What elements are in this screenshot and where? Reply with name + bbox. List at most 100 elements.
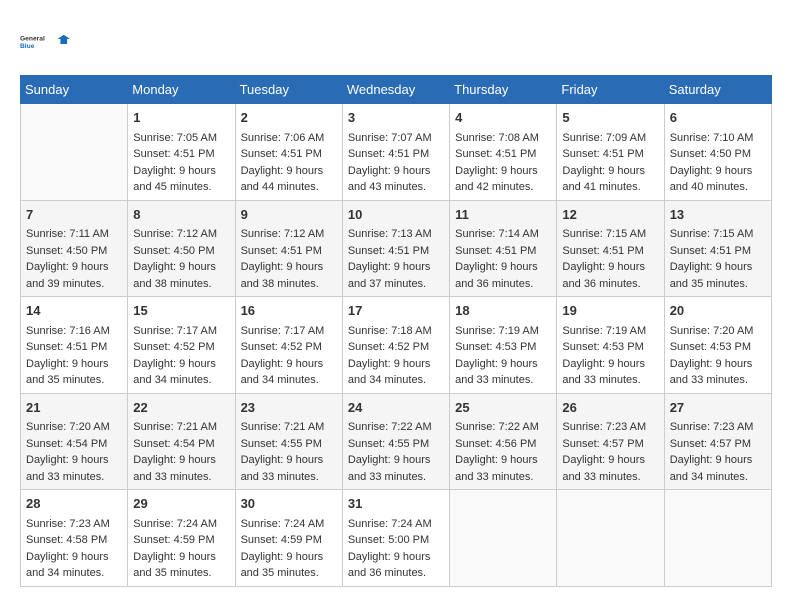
sunrise-text: Sunrise: 7:11 AM xyxy=(26,228,109,240)
sunrise-text: Sunrise: 7:08 AM xyxy=(455,132,539,144)
daylight-text: Daylight: 9 hours and 33 minutes. xyxy=(455,358,538,387)
sunset-text: Sunset: 4:52 PM xyxy=(348,341,429,353)
sunrise-text: Sunrise: 7:13 AM xyxy=(348,228,432,240)
daylight-text: Daylight: 9 hours and 34 minutes. xyxy=(133,358,216,387)
daylight-text: Daylight: 9 hours and 33 minutes. xyxy=(455,454,538,483)
day-number: 5 xyxy=(562,108,658,128)
logo: General Blue xyxy=(20,20,70,65)
calendar-week-row: 28 Sunrise: 7:23 AM Sunset: 4:58 PM Dayl… xyxy=(21,490,772,587)
svg-text:Blue: Blue xyxy=(20,43,35,50)
calendar-cell: 20 Sunrise: 7:20 AM Sunset: 4:53 PM Dayl… xyxy=(664,297,771,394)
day-number: 17 xyxy=(348,301,444,321)
sunrise-text: Sunrise: 7:22 AM xyxy=(455,421,539,433)
day-number: 29 xyxy=(133,494,229,514)
calendar-cell: 3 Sunrise: 7:07 AM Sunset: 4:51 PM Dayli… xyxy=(342,104,449,201)
sunset-text: Sunset: 4:50 PM xyxy=(133,245,214,257)
sunset-text: Sunset: 4:50 PM xyxy=(26,245,107,257)
day-number: 25 xyxy=(455,398,551,418)
calendar-cell xyxy=(450,490,557,587)
sunset-text: Sunset: 4:59 PM xyxy=(133,534,214,546)
day-number: 31 xyxy=(348,494,444,514)
calendar-cell xyxy=(557,490,664,587)
calendar-cell: 13 Sunrise: 7:15 AM Sunset: 4:51 PM Dayl… xyxy=(664,200,771,297)
daylight-text: Daylight: 9 hours and 38 minutes. xyxy=(241,261,324,290)
weekday-header-row: SundayMondayTuesdayWednesdayThursdayFrid… xyxy=(21,76,772,104)
daylight-text: Daylight: 9 hours and 34 minutes. xyxy=(26,551,109,580)
day-number: 2 xyxy=(241,108,337,128)
day-number: 11 xyxy=(455,205,551,225)
sunset-text: Sunset: 4:55 PM xyxy=(348,438,429,450)
calendar-cell: 8 Sunrise: 7:12 AM Sunset: 4:50 PM Dayli… xyxy=(128,200,235,297)
daylight-text: Daylight: 9 hours and 33 minutes. xyxy=(562,454,645,483)
calendar-cell: 7 Sunrise: 7:11 AM Sunset: 4:50 PM Dayli… xyxy=(21,200,128,297)
weekday-header: Friday xyxy=(557,76,664,104)
day-number: 1 xyxy=(133,108,229,128)
calendar-cell: 27 Sunrise: 7:23 AM Sunset: 4:57 PM Dayl… xyxy=(664,393,771,490)
sunset-text: Sunset: 4:58 PM xyxy=(26,534,107,546)
day-number: 6 xyxy=(670,108,766,128)
sunset-text: Sunset: 4:51 PM xyxy=(455,148,536,160)
calendar-cell: 12 Sunrise: 7:15 AM Sunset: 4:51 PM Dayl… xyxy=(557,200,664,297)
calendar-week-row: 14 Sunrise: 7:16 AM Sunset: 4:51 PM Dayl… xyxy=(21,297,772,394)
sunset-text: Sunset: 4:52 PM xyxy=(133,341,214,353)
calendar-cell: 25 Sunrise: 7:22 AM Sunset: 4:56 PM Dayl… xyxy=(450,393,557,490)
day-number: 4 xyxy=(455,108,551,128)
calendar-cell: 31 Sunrise: 7:24 AM Sunset: 5:00 PM Dayl… xyxy=(342,490,449,587)
daylight-text: Daylight: 9 hours and 34 minutes. xyxy=(670,454,753,483)
daylight-text: Daylight: 9 hours and 33 minutes. xyxy=(133,454,216,483)
sunset-text: Sunset: 4:59 PM xyxy=(241,534,322,546)
sunrise-text: Sunrise: 7:17 AM xyxy=(133,325,217,337)
calendar-cell: 1 Sunrise: 7:05 AM Sunset: 4:51 PM Dayli… xyxy=(128,104,235,201)
sunset-text: Sunset: 4:51 PM xyxy=(562,245,643,257)
calendar-cell: 15 Sunrise: 7:17 AM Sunset: 4:52 PM Dayl… xyxy=(128,297,235,394)
sunset-text: Sunset: 4:52 PM xyxy=(241,341,322,353)
sunset-text: Sunset: 4:51 PM xyxy=(348,148,429,160)
sunset-text: Sunset: 5:00 PM xyxy=(348,534,429,546)
weekday-header: Thursday xyxy=(450,76,557,104)
day-number: 22 xyxy=(133,398,229,418)
weekday-header: Saturday xyxy=(664,76,771,104)
daylight-text: Daylight: 9 hours and 44 minutes. xyxy=(241,165,324,194)
daylight-text: Daylight: 9 hours and 38 minutes. xyxy=(133,261,216,290)
day-number: 20 xyxy=(670,301,766,321)
daylight-text: Daylight: 9 hours and 42 minutes. xyxy=(455,165,538,194)
daylight-text: Daylight: 9 hours and 43 minutes. xyxy=(348,165,431,194)
sunset-text: Sunset: 4:51 PM xyxy=(133,148,214,160)
calendar-cell: 22 Sunrise: 7:21 AM Sunset: 4:54 PM Dayl… xyxy=(128,393,235,490)
calendar-cell: 28 Sunrise: 7:23 AM Sunset: 4:58 PM Dayl… xyxy=(21,490,128,587)
sunrise-text: Sunrise: 7:14 AM xyxy=(455,228,539,240)
calendar-cell: 17 Sunrise: 7:18 AM Sunset: 4:52 PM Dayl… xyxy=(342,297,449,394)
calendar-week-row: 7 Sunrise: 7:11 AM Sunset: 4:50 PM Dayli… xyxy=(21,200,772,297)
calendar-cell: 21 Sunrise: 7:20 AM Sunset: 4:54 PM Dayl… xyxy=(21,393,128,490)
svg-text:General: General xyxy=(20,36,45,43)
sunset-text: Sunset: 4:50 PM xyxy=(670,148,751,160)
sunrise-text: Sunrise: 7:06 AM xyxy=(241,132,325,144)
daylight-text: Daylight: 9 hours and 36 minutes. xyxy=(348,551,431,580)
calendar-cell: 9 Sunrise: 7:12 AM Sunset: 4:51 PM Dayli… xyxy=(235,200,342,297)
sunrise-text: Sunrise: 7:07 AM xyxy=(348,132,432,144)
sunrise-text: Sunrise: 7:09 AM xyxy=(562,132,646,144)
sunrise-text: Sunrise: 7:23 AM xyxy=(562,421,646,433)
sunset-text: Sunset: 4:51 PM xyxy=(26,341,107,353)
daylight-text: Daylight: 9 hours and 33 minutes. xyxy=(670,358,753,387)
calendar-cell: 14 Sunrise: 7:16 AM Sunset: 4:51 PM Dayl… xyxy=(21,297,128,394)
day-number: 12 xyxy=(562,205,658,225)
sunset-text: Sunset: 4:51 PM xyxy=(455,245,536,257)
sunset-text: Sunset: 4:51 PM xyxy=(348,245,429,257)
calendar-table: SundayMondayTuesdayWednesdayThursdayFrid… xyxy=(20,75,772,587)
day-number: 18 xyxy=(455,301,551,321)
daylight-text: Daylight: 9 hours and 35 minutes. xyxy=(241,551,324,580)
day-number: 23 xyxy=(241,398,337,418)
sunrise-text: Sunrise: 7:15 AM xyxy=(670,228,754,240)
daylight-text: Daylight: 9 hours and 34 minutes. xyxy=(348,358,431,387)
sunset-text: Sunset: 4:51 PM xyxy=(241,148,322,160)
sunrise-text: Sunrise: 7:12 AM xyxy=(133,228,217,240)
calendar-cell: 18 Sunrise: 7:19 AM Sunset: 4:53 PM Dayl… xyxy=(450,297,557,394)
calendar-cell: 26 Sunrise: 7:23 AM Sunset: 4:57 PM Dayl… xyxy=(557,393,664,490)
daylight-text: Daylight: 9 hours and 41 minutes. xyxy=(562,165,645,194)
daylight-text: Daylight: 9 hours and 33 minutes. xyxy=(562,358,645,387)
day-number: 27 xyxy=(670,398,766,418)
calendar-cell: 24 Sunrise: 7:22 AM Sunset: 4:55 PM Dayl… xyxy=(342,393,449,490)
daylight-text: Daylight: 9 hours and 36 minutes. xyxy=(455,261,538,290)
day-number: 8 xyxy=(133,205,229,225)
